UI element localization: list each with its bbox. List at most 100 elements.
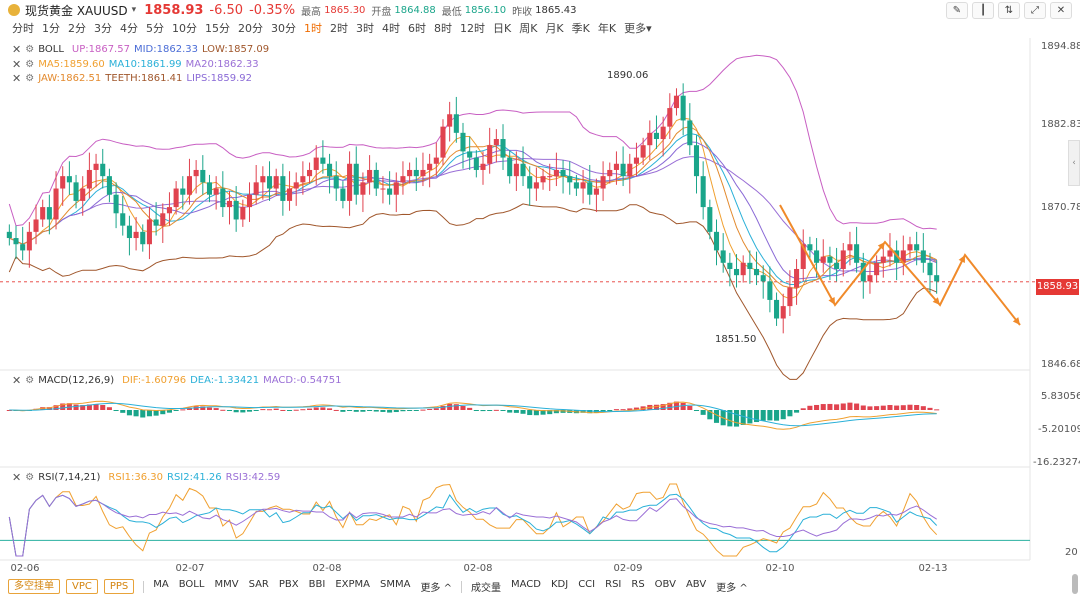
collapse-panel-icon[interactable]: ‹ bbox=[1068, 140, 1080, 186]
candle-body bbox=[100, 163, 106, 177]
indicator-option[interactable]: BBI bbox=[309, 579, 326, 594]
candle-body bbox=[920, 250, 926, 263]
candle-body bbox=[633, 157, 639, 164]
candle-body bbox=[774, 299, 780, 319]
candle-body bbox=[493, 139, 499, 146]
candle-body bbox=[33, 219, 39, 232]
macd-histogram-bar bbox=[794, 410, 800, 413]
candle-body bbox=[553, 169, 559, 177]
high-annotation: 1890.06 bbox=[607, 70, 649, 81]
candle-body bbox=[653, 132, 659, 140]
macd-histogram-bar bbox=[880, 405, 886, 410]
candle-body bbox=[447, 114, 453, 127]
macd-histogram-bar bbox=[467, 407, 473, 410]
indicator-option[interactable]: EXPMA bbox=[335, 579, 370, 594]
macd-histogram-bar bbox=[340, 410, 346, 412]
macd-histogram-bar bbox=[400, 410, 406, 412]
candle-body bbox=[533, 182, 539, 189]
indicator-option[interactable]: PBX bbox=[279, 579, 299, 594]
indicator-option[interactable]: CCI bbox=[578, 579, 595, 594]
macd-histogram-bar bbox=[934, 409, 940, 411]
macd-histogram-bar bbox=[680, 402, 686, 410]
footer-button[interactable]: 多空挂单 bbox=[8, 579, 60, 594]
macd-histogram-bar bbox=[433, 408, 439, 410]
scrollbar[interactable] bbox=[1072, 574, 1078, 594]
candle-body bbox=[587, 182, 593, 195]
macd-histogram-bar bbox=[907, 404, 913, 410]
indicator-option[interactable]: MMV bbox=[214, 579, 238, 594]
macd-histogram-bar bbox=[820, 404, 826, 410]
candle-body bbox=[507, 157, 513, 177]
macd-histogram-bar bbox=[520, 410, 526, 414]
candle-body bbox=[273, 176, 279, 189]
candle-body bbox=[880, 256, 886, 263]
indicator-option[interactable]: MA bbox=[153, 579, 168, 594]
macd-histogram-bar bbox=[700, 410, 706, 415]
candle-body bbox=[840, 250, 846, 269]
indicator-option[interactable]: SAR bbox=[249, 579, 269, 594]
candle-body bbox=[46, 207, 52, 220]
indicator-option[interactable]: 更多 ^ bbox=[420, 579, 452, 594]
date-tick-label: 02-09 bbox=[613, 563, 642, 574]
macd-histogram-bar bbox=[460, 406, 466, 410]
candle-body bbox=[327, 163, 333, 177]
candle-body bbox=[720, 250, 726, 263]
candle-body bbox=[320, 157, 326, 164]
candle-body bbox=[794, 268, 800, 288]
candle-body bbox=[280, 176, 286, 201]
candle-body bbox=[500, 139, 506, 158]
footer-button[interactable]: VPC bbox=[66, 579, 98, 594]
candle-body bbox=[340, 188, 346, 201]
candle-body bbox=[600, 176, 606, 189]
macd-histogram-bar bbox=[213, 408, 219, 410]
candle-body bbox=[433, 157, 439, 164]
price-axis-label: 1894.88 bbox=[1041, 41, 1080, 52]
macd-histogram-bar bbox=[874, 406, 880, 410]
candle-body bbox=[473, 157, 479, 170]
macd-axis-label: -5.20109 bbox=[1038, 424, 1080, 435]
indicator-option[interactable]: 更多 ^ bbox=[716, 579, 748, 594]
macd-histogram-bar bbox=[73, 404, 79, 410]
macd-histogram-bar bbox=[894, 405, 900, 410]
footer-button[interactable]: PPS bbox=[103, 579, 135, 594]
indicator-option[interactable]: KDJ bbox=[551, 579, 568, 594]
macd-histogram-bar bbox=[113, 410, 119, 411]
candle-body bbox=[300, 176, 306, 183]
candle-body bbox=[847, 244, 853, 251]
candle-body bbox=[834, 262, 840, 269]
rsi-line bbox=[8, 483, 938, 557]
candle-body bbox=[520, 163, 526, 177]
candle-body bbox=[66, 176, 72, 183]
macd-histogram-bar bbox=[293, 409, 299, 411]
indicator-option[interactable]: RS bbox=[631, 579, 644, 594]
macd-histogram-bar bbox=[687, 405, 693, 410]
candle-body bbox=[53, 188, 59, 220]
indicator-option[interactable]: OBV bbox=[655, 579, 676, 594]
indicator-option[interactable]: BOLL bbox=[179, 579, 205, 594]
macd-histogram-bar bbox=[180, 409, 186, 411]
indicator-option[interactable]: RSI bbox=[605, 579, 621, 594]
macd-histogram-bar bbox=[173, 410, 179, 411]
price-chart[interactable]: 02-06 02-07 02-08 02-08 02-09 02-10 02-13 bbox=[0, 0, 1080, 597]
macd-histogram-bar bbox=[347, 410, 353, 411]
macd-histogram-bar bbox=[780, 410, 786, 420]
candle-body bbox=[867, 275, 873, 282]
price-axis-label: 1870.78 bbox=[1041, 202, 1080, 213]
candle-body bbox=[26, 231, 32, 251]
candle-body bbox=[233, 200, 239, 220]
candle-body bbox=[333, 176, 339, 189]
indicator-option[interactable]: SMMA bbox=[380, 579, 410, 594]
candle-body bbox=[540, 176, 546, 183]
candle-body bbox=[387, 188, 393, 195]
macd-histogram-bar bbox=[500, 410, 506, 411]
indicator-option[interactable]: ABV bbox=[686, 579, 706, 594]
candle-body bbox=[580, 182, 586, 189]
macd-histogram-bar bbox=[513, 410, 519, 413]
candle-body bbox=[527, 176, 533, 189]
macd-histogram-bar bbox=[827, 403, 833, 410]
indicator-option[interactable]: MACD bbox=[511, 579, 541, 594]
candle-body bbox=[13, 238, 19, 245]
indicator-option[interactable]: 成交量 bbox=[471, 579, 501, 594]
candle-body bbox=[934, 275, 940, 282]
moving-average-line bbox=[9, 156, 937, 272]
